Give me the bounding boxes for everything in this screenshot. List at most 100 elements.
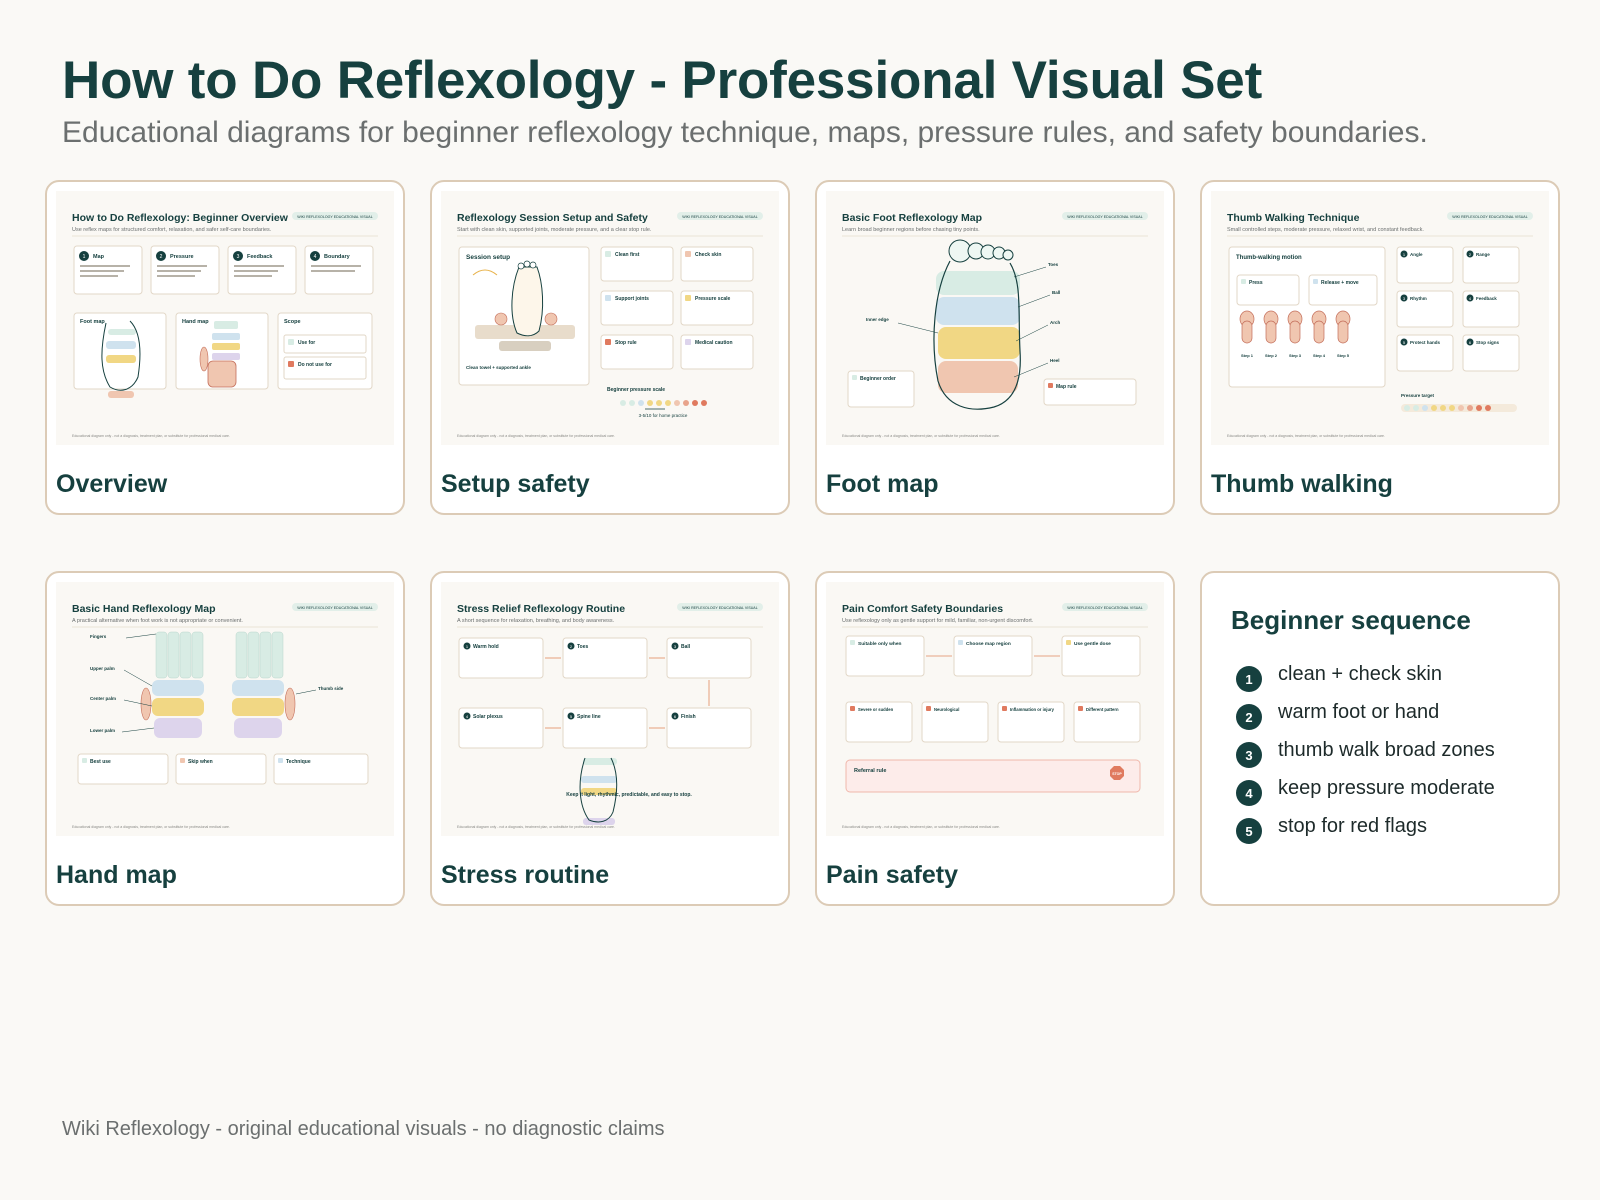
svg-text:Fingers: Fingers <box>90 634 107 639</box>
page-subtitle: Educational diagrams for beginner reflex… <box>62 116 1428 149</box>
svg-text:Map rule: Map rule <box>1056 384 1077 390</box>
sequence-item-text: keep pressure moderate <box>1278 776 1495 799</box>
svg-text:2: 2 <box>160 254 163 260</box>
card-hand-map[interactable]: Basic Hand Reflexology Map WIKI REFLEXOL… <box>45 571 405 906</box>
thumb-title: Basic Foot Reflexology Map <box>842 212 982 224</box>
card-label: Overview <box>56 470 168 498</box>
thumb-subtitle: Small controlled steps, moderate pressur… <box>1227 227 1424 233</box>
svg-text:Thumb side: Thumb side <box>318 686 344 691</box>
thumbnail-overview[interactable]: How to Do Reflexology: Beginner Overview… <box>56 191 394 445</box>
thumbnail-foot-map[interactable]: Basic Foot Reflexology Map WIKI REFLEXOL… <box>826 191 1164 445</box>
foot-map-diagram: Basic Foot Reflexology Map WIKI REFLEXOL… <box>842 212 1148 438</box>
card-foot-map[interactable]: Basic Foot Reflexology Map WIKI REFLEXOL… <box>815 180 1175 515</box>
svg-text:Clean first: Clean first <box>615 252 640 258</box>
svg-text:Feedback: Feedback <box>247 254 273 260</box>
svg-text:Warm hold: Warm hold <box>473 644 499 650</box>
svg-text:Thumb-walking motion: Thumb-walking motion <box>1236 255 1302 261</box>
card-label: Foot map <box>826 470 939 498</box>
thumb-title: Basic Hand Reflexology Map <box>72 603 216 615</box>
card-setup-safety[interactable]: Reflexology Session Setup and Safety WIK… <box>430 180 790 515</box>
svg-text:Boundary: Boundary <box>324 254 351 260</box>
svg-text:Solar plexus: Solar plexus <box>473 714 503 720</box>
svg-text:STOP: STOP <box>1112 772 1122 776</box>
card-label: Setup safety <box>441 470 590 498</box>
svg-text:Pressure: Pressure <box>170 254 194 260</box>
thumb-disclaimer: Educational diagram only - not a diagnos… <box>72 825 230 829</box>
sequence-title: Beginner sequence <box>1231 605 1471 635</box>
thumb-title: Thumb Walking Technique <box>1227 212 1360 224</box>
svg-text:Severe or sudden: Severe or sudden <box>858 707 894 712</box>
thumbnail-setup-safety[interactable]: Reflexology Session Setup and Safety WIK… <box>441 191 779 445</box>
thumb-disclaimer: Educational diagram only - not a diagnos… <box>457 825 615 829</box>
svg-text:Step 1: Step 1 <box>1241 353 1254 358</box>
pressure-target: Pressure target <box>1401 393 1435 398</box>
svg-text:Skip when: Skip when <box>188 759 213 765</box>
thumb-disclaimer: Educational diagram only - not a diagnos… <box>842 825 1000 829</box>
thumb-badge: WIKI REFLEXOLOGY EDUCATIONAL VISUAL <box>1067 606 1142 610</box>
svg-text:Step 4: Step 4 <box>1313 353 1326 358</box>
svg-text:Map: Map <box>93 254 105 260</box>
step-number-badge: 4 <box>1236 780 1262 806</box>
thumb-badge: WIKI REFLEXOLOGY EDUCATIONAL VISUAL <box>682 215 757 219</box>
svg-text:Spine line: Spine line <box>577 714 601 720</box>
thumb-subtitle: Use reflexology only as gentle support f… <box>842 618 1034 624</box>
card-overview[interactable]: How to Do Reflexology: Beginner Overview… <box>45 180 405 515</box>
svg-text:Range: Range <box>1476 252 1490 257</box>
step-number-badge: 3 <box>1236 742 1262 768</box>
scale-title: Beginner pressure scale <box>607 387 665 393</box>
thumb-badge: WIKI REFLEXOLOGY EDUCATIONAL VISUAL <box>682 606 757 610</box>
card-pain-safety[interactable]: Pain Comfort Safety Boundaries WIKI REFL… <box>815 571 1175 906</box>
thumb-title: Stress Relief Reflexology Routine <box>457 603 625 615</box>
technique-tips: 1 Angle 2 Range 3 Rhythm 4 Feedback 5 Pr… <box>1396 246 1520 372</box>
svg-text:Feedback: Feedback <box>1476 296 1497 301</box>
thumb-title: Reflexology Session Setup and Safety <box>457 212 648 224</box>
svg-text:Heel: Heel <box>1050 358 1060 363</box>
svg-text:Upper palm: Upper palm <box>90 666 115 671</box>
thumb-subtitle: Learn broad beginner regions before chas… <box>842 227 980 233</box>
card-thumb-walking[interactable]: Thumb Walking Technique WIKI REFLEXOLOGY… <box>1200 180 1560 515</box>
svg-text:Support joints: Support joints <box>615 296 649 302</box>
thumbnail-stress-routine[interactable]: Stress Relief Reflexology Routine WIKI R… <box>441 582 779 836</box>
sequence-item-text: warm foot or hand <box>1278 700 1440 723</box>
svg-text:Medical caution: Medical caution <box>695 340 733 346</box>
svg-text:Clean towel + supported ankle: Clean towel + supported ankle <box>466 365 531 370</box>
svg-text:Use gentle dose: Use gentle dose <box>1074 641 1111 647</box>
svg-text:Ball: Ball <box>681 644 691 650</box>
foot-outline <box>933 239 1021 410</box>
page-footer: Wiki Reflexology - original educational … <box>62 1118 665 1140</box>
svg-text:Suitable only when: Suitable only when <box>858 641 902 647</box>
thumbnail-hand-map[interactable]: Basic Hand Reflexology Map WIKI REFLEXOL… <box>56 582 394 836</box>
sequence-item: 1 clean + check skin <box>1236 655 1495 693</box>
svg-text:Rhythm: Rhythm <box>1410 296 1427 301</box>
svg-text:Stop signs: Stop signs <box>1476 340 1499 345</box>
svg-text:Session setup: Session setup <box>466 254 510 261</box>
thumb-disclaimer: Educational diagram only - not a diagnos… <box>72 434 230 438</box>
sequence-item: 2 warm foot or hand <box>1236 693 1495 731</box>
svg-text:Scope: Scope <box>284 319 301 325</box>
thumbnail-pain-safety[interactable]: Pain Comfort Safety Boundaries WIKI REFL… <box>826 582 1164 836</box>
card-label: Stress routine <box>441 861 610 889</box>
svg-text:Neurological: Neurological <box>934 707 959 712</box>
sequence-item: 4 keep pressure moderate <box>1236 769 1495 807</box>
step-number-badge: 5 <box>1236 818 1262 844</box>
thumb-badge: WIKI REFLEXOLOGY EDUCATIONAL VISUAL <box>297 606 372 610</box>
hand-map-diagram: Basic Hand Reflexology Map WIKI REFLEXOL… <box>72 603 378 829</box>
thumb-badge: WIKI REFLEXOLOGY EDUCATIONAL VISUAL <box>297 215 372 219</box>
card-stress-routine[interactable]: Stress Relief Reflexology Routine WIKI R… <box>430 571 790 906</box>
thumbnail-thumb-walking[interactable]: Thumb Walking Technique WIKI REFLEXOLOGY… <box>1211 191 1549 445</box>
svg-text:Center palm: Center palm <box>90 696 116 701</box>
svg-text:Foot map: Foot map <box>80 319 105 325</box>
svg-text:Check skin: Check skin <box>695 252 721 258</box>
overview-scope-panel: Scope Use for Do not use for <box>277 312 373 390</box>
svg-text:Use for: Use for <box>298 340 315 346</box>
svg-text:Referral rule: Referral rule <box>854 768 886 774</box>
svg-text:Protect hands: Protect hands <box>1410 340 1441 345</box>
setup-diagram: Reflexology Session Setup and Safety WIK… <box>457 212 763 438</box>
referral-rule: Referral rule STOP <box>845 759 1141 793</box>
thumb-badge: WIKI REFLEXOLOGY EDUCATIONAL VISUAL <box>1067 215 1142 219</box>
pain-safety-diagram: Pain Comfort Safety Boundaries WIKI REFL… <box>842 603 1148 829</box>
svg-text:Step 5: Step 5 <box>1337 353 1350 358</box>
thumb-badge: WIKI REFLEXOLOGY EDUCATIONAL VISUAL <box>1452 215 1527 219</box>
thumb-disclaimer: Educational diagram only - not a diagnos… <box>842 434 1000 438</box>
svg-text:Choose map region: Choose map region <box>966 641 1011 647</box>
